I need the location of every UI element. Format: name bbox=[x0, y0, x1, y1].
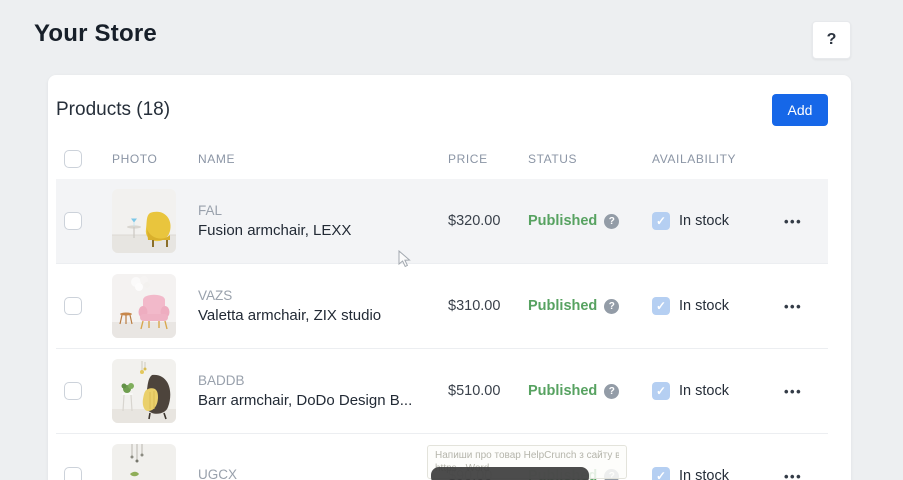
check-icon: ✓ bbox=[656, 214, 666, 228]
more-options-icon: ••• bbox=[784, 469, 802, 480]
product-sku: UGCX bbox=[198, 467, 440, 480]
product-sku: BADDB bbox=[198, 373, 440, 388]
select-all-checkbox[interactable] bbox=[64, 150, 82, 168]
product-price: $320.00 bbox=[440, 213, 520, 229]
in-stock-checkbox[interactable]: ✓ bbox=[652, 212, 670, 230]
table-header-row: PHOTO NAME PRICE STATUS AVAILABILITY bbox=[56, 139, 828, 179]
check-icon: ✓ bbox=[656, 299, 666, 313]
tooltip-line1: Напиши про товар HelpCrunch з сайту виро… bbox=[435, 449, 619, 462]
status-help-icon[interactable]: ? bbox=[604, 384, 619, 399]
check-icon: ✓ bbox=[656, 384, 666, 398]
help-button[interactable]: ? bbox=[812, 21, 851, 59]
row-checkbox[interactable] bbox=[64, 467, 82, 480]
more-options-icon: ••• bbox=[784, 299, 802, 314]
status-help-icon[interactable]: ? bbox=[604, 299, 619, 314]
column-header-status: STATUS bbox=[520, 152, 644, 166]
check-icon: ✓ bbox=[656, 469, 666, 480]
stock-label: In stock bbox=[679, 383, 729, 399]
column-header-price: PRICE bbox=[440, 152, 520, 166]
in-stock-checkbox[interactable]: ✓ bbox=[652, 467, 670, 480]
status-badge: Published bbox=[528, 298, 597, 314]
page: Your Store ? Products (18) Add PHOTO NAM… bbox=[0, 0, 903, 480]
product-row[interactable]: BADDB Barr armchair, DoDo Design B... $5… bbox=[56, 349, 828, 434]
panel-header: Products (18) Add bbox=[48, 75, 851, 139]
green-chair-photo bbox=[112, 444, 176, 480]
more-options-button[interactable]: ••• bbox=[776, 465, 810, 480]
dark-overlay-bar bbox=[431, 467, 589, 480]
column-header-photo: PHOTO bbox=[104, 152, 190, 166]
more-options-button[interactable]: ••• bbox=[776, 380, 810, 403]
product-name: Barr armchair, DoDo Design B... bbox=[198, 392, 440, 409]
column-header-availability: AVAILABILITY bbox=[644, 152, 768, 166]
brown-armchair-photo bbox=[112, 359, 176, 423]
stock-label: In stock bbox=[679, 213, 729, 229]
more-options-button[interactable]: ••• bbox=[776, 210, 810, 233]
page-header: Your Store bbox=[0, 0, 903, 48]
status-badge: Published bbox=[528, 383, 597, 399]
status-badge: Published bbox=[528, 213, 597, 229]
in-stock-checkbox[interactable]: ✓ bbox=[652, 382, 670, 400]
products-panel: Products (18) Add PHOTO NAME PRICE STATU… bbox=[48, 75, 851, 480]
product-price: $510.00 bbox=[440, 383, 520, 399]
products-table: PHOTO NAME PRICE STATUS AVAILABILITY bbox=[56, 139, 828, 480]
more-options-icon: ••• bbox=[784, 384, 802, 399]
product-sku: FAL bbox=[198, 203, 440, 218]
product-name: Valetta armchair, ZIX studio bbox=[198, 307, 440, 324]
status-help-icon[interactable]: ? bbox=[604, 214, 619, 229]
pink-armchair-photo bbox=[112, 274, 176, 338]
column-header-name: NAME bbox=[190, 152, 440, 166]
more-options-button[interactable]: ••• bbox=[776, 295, 810, 318]
product-row[interactable]: FAL Fusion armchair, LEXX $320.00 Publis… bbox=[56, 179, 828, 264]
add-button[interactable]: Add bbox=[772, 94, 828, 126]
product-price: $310.00 bbox=[440, 298, 520, 314]
row-checkbox[interactable] bbox=[64, 382, 82, 400]
page-title: Your Store bbox=[34, 20, 903, 48]
stock-label: In stock bbox=[679, 298, 729, 314]
yellow-armchair-photo bbox=[112, 189, 176, 253]
help-icon: ? bbox=[827, 31, 837, 49]
product-sku: VAZS bbox=[198, 288, 440, 303]
row-checkbox[interactable] bbox=[64, 297, 82, 315]
stock-label: In stock bbox=[679, 468, 729, 480]
more-options-icon: ••• bbox=[784, 214, 802, 229]
row-checkbox[interactable] bbox=[64, 212, 82, 230]
panel-title: Products (18) bbox=[56, 99, 170, 121]
product-name: Fusion armchair, LEXX bbox=[198, 222, 440, 239]
in-stock-checkbox[interactable]: ✓ bbox=[652, 297, 670, 315]
product-row[interactable]: VAZS Valetta armchair, ZIX studio $310.0… bbox=[56, 264, 828, 349]
